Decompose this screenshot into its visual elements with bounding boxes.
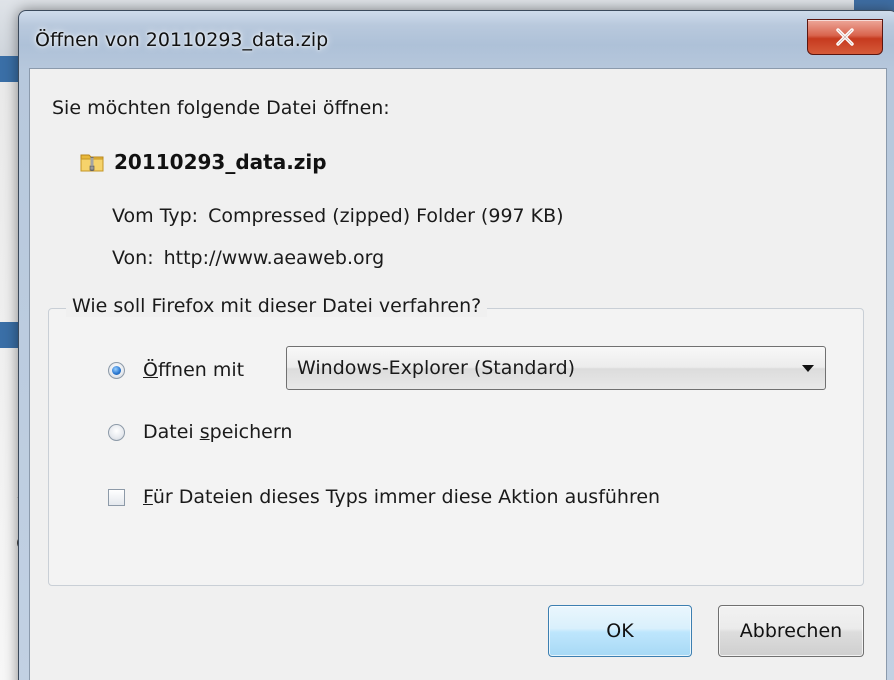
close-button[interactable] bbox=[807, 19, 883, 55]
file-source-value: http://www.aeaweb.org bbox=[163, 247, 385, 269]
close-x-icon bbox=[836, 28, 854, 46]
dialog-lead-text: Sie möchten folgende Datei öffnen: bbox=[52, 97, 390, 119]
save-file-label: Datei speichern bbox=[143, 421, 292, 443]
always-do-this-label-rest: ür Dateien dieses Typs immer diese Aktio… bbox=[152, 486, 661, 508]
open-with-radio-row[interactable]: Öffnen mit bbox=[108, 359, 244, 381]
cancel-button[interactable]: Abbrechen bbox=[718, 605, 864, 657]
save-file-mnemonic: s bbox=[199, 421, 210, 443]
open-with-mnemonic: Ö bbox=[143, 359, 158, 381]
always-do-this-checkbox[interactable] bbox=[108, 488, 125, 506]
zip-folder-icon bbox=[80, 154, 104, 172]
always-do-this-mnemonic: F bbox=[143, 486, 153, 508]
file-source-label: Von: bbox=[112, 247, 154, 269]
open-with-radio[interactable] bbox=[108, 361, 125, 379]
download-dialog: Öffnen von 20110293_data.zip Sie möchten… bbox=[18, 10, 894, 680]
file-type-label: Vom Typ: bbox=[112, 205, 199, 227]
ok-button[interactable]: OK bbox=[548, 605, 692, 657]
file-info-row: 20110293_data.zip bbox=[80, 147, 327, 177]
save-file-radio[interactable] bbox=[108, 423, 125, 441]
open-with-label-rest: ffnen mit bbox=[157, 359, 245, 381]
file-source-row: Von: http://www.aeaweb.org bbox=[112, 247, 384, 269]
save-file-label-before: Datei bbox=[143, 421, 200, 443]
save-file-radio-row[interactable]: Datei speichern bbox=[108, 421, 292, 443]
open-with-label: Öffnen mit bbox=[143, 359, 244, 381]
file-type-row: Vom Typ: Compressed (zipped) Folder (997 … bbox=[112, 205, 564, 227]
file-type-value: Compressed (zipped) Folder (997 KB) bbox=[208, 205, 564, 227]
save-file-label-rest: peichern bbox=[209, 421, 293, 443]
always-do-this-checkbox-row[interactable]: Für Dateien dieses Typs immer diese Akti… bbox=[108, 486, 660, 508]
open-with-app-select[interactable]: Windows-Explorer (Standard) bbox=[286, 346, 826, 390]
window-title: Öffnen von 20110293_data.zip bbox=[35, 29, 329, 51]
always-do-this-label: Für Dateien dieses Typs immer diese Akti… bbox=[143, 486, 660, 508]
action-group-legend: Wie soll Firefox mit dieser Datei verfah… bbox=[66, 295, 488, 317]
dropdown-arrow-icon bbox=[802, 365, 814, 372]
file-name: 20110293_data.zip bbox=[114, 150, 327, 174]
open-with-app-value: Windows-Explorer (Standard) bbox=[297, 357, 576, 379]
title-bar[interactable]: Öffnen von 20110293_data.zip bbox=[19, 11, 894, 69]
dialog-client-area: Sie möchten folgende Datei öffnen: 20110… bbox=[29, 68, 887, 680]
